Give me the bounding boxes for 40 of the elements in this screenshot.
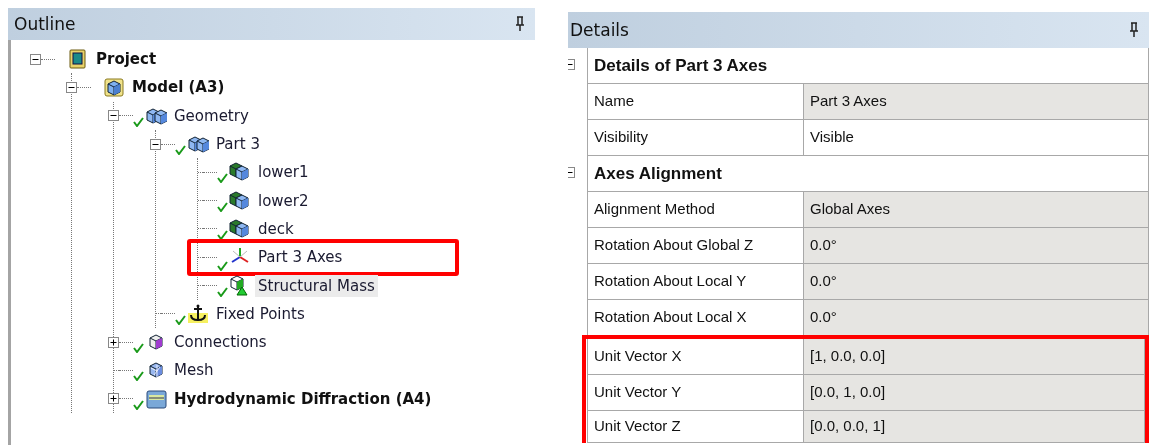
property-value: 0.0°: [804, 300, 1148, 335]
tree-item-label[interactable]: deck: [255, 217, 297, 240]
tree-item-label[interactable]: Part 3 Axes: [255, 246, 346, 269]
notebook-icon: [67, 48, 89, 71]
section-title: Details of Part 3 Axes: [593, 55, 769, 77]
section-title: Axes Alignment: [593, 163, 723, 185]
tree-item-label[interactable]: Fixed Points: [213, 302, 308, 325]
tree-item-label[interactable]: lower1: [255, 161, 312, 184]
panel-title: Outline: [14, 14, 76, 34]
tree-item-label[interactable]: Mesh: [171, 359, 217, 382]
property-value: Part 3 Axes: [804, 84, 1148, 119]
collapse-toggle[interactable]: [30, 53, 41, 65]
property-value: Global Axes: [804, 192, 1148, 227]
pin-icon[interactable]: [515, 16, 525, 32]
tree-item-label[interactable]: Part 3: [213, 133, 263, 156]
property-value: [0.0, 0.0, 1]: [804, 411, 1144, 442]
cube-triangle-icon: [229, 274, 251, 297]
property-value: [0.0, 1, 0.0]: [804, 375, 1144, 410]
property-value: 0.0°: [804, 228, 1148, 263]
tree-item-label[interactable]: Structural Mass: [255, 274, 378, 297]
collapse-toggle[interactable]: [150, 138, 161, 150]
tree-item-label[interactable]: Hydrodynamic Diffraction (A4): [171, 387, 435, 410]
cube-icon: [229, 217, 251, 240]
tree-item-label[interactable]: Project: [93, 48, 160, 71]
expand-toggle[interactable]: [108, 336, 119, 348]
folder-icon: [145, 387, 167, 410]
anchor-icon: [187, 302, 209, 325]
collapse-toggle[interactable]: [108, 110, 119, 122]
folder-cube-icon: [103, 76, 125, 99]
property-value: 0.0°: [804, 264, 1148, 299]
expand-toggle[interactable]: [108, 393, 119, 405]
cube-icon: [229, 189, 251, 212]
tree-item-label[interactable]: Geometry: [171, 104, 252, 127]
tree-item-label[interactable]: lower2: [255, 189, 312, 212]
collapse-toggle[interactable]: [66, 81, 77, 93]
panel-title: Details: [570, 20, 629, 40]
tree-item-label[interactable]: Connections: [171, 331, 270, 354]
pin-icon[interactable]: [1129, 22, 1139, 38]
property-value: [1, 0.0, 0.0]: [804, 339, 1144, 374]
tree-item-label[interactable]: Model (A3): [129, 76, 228, 99]
